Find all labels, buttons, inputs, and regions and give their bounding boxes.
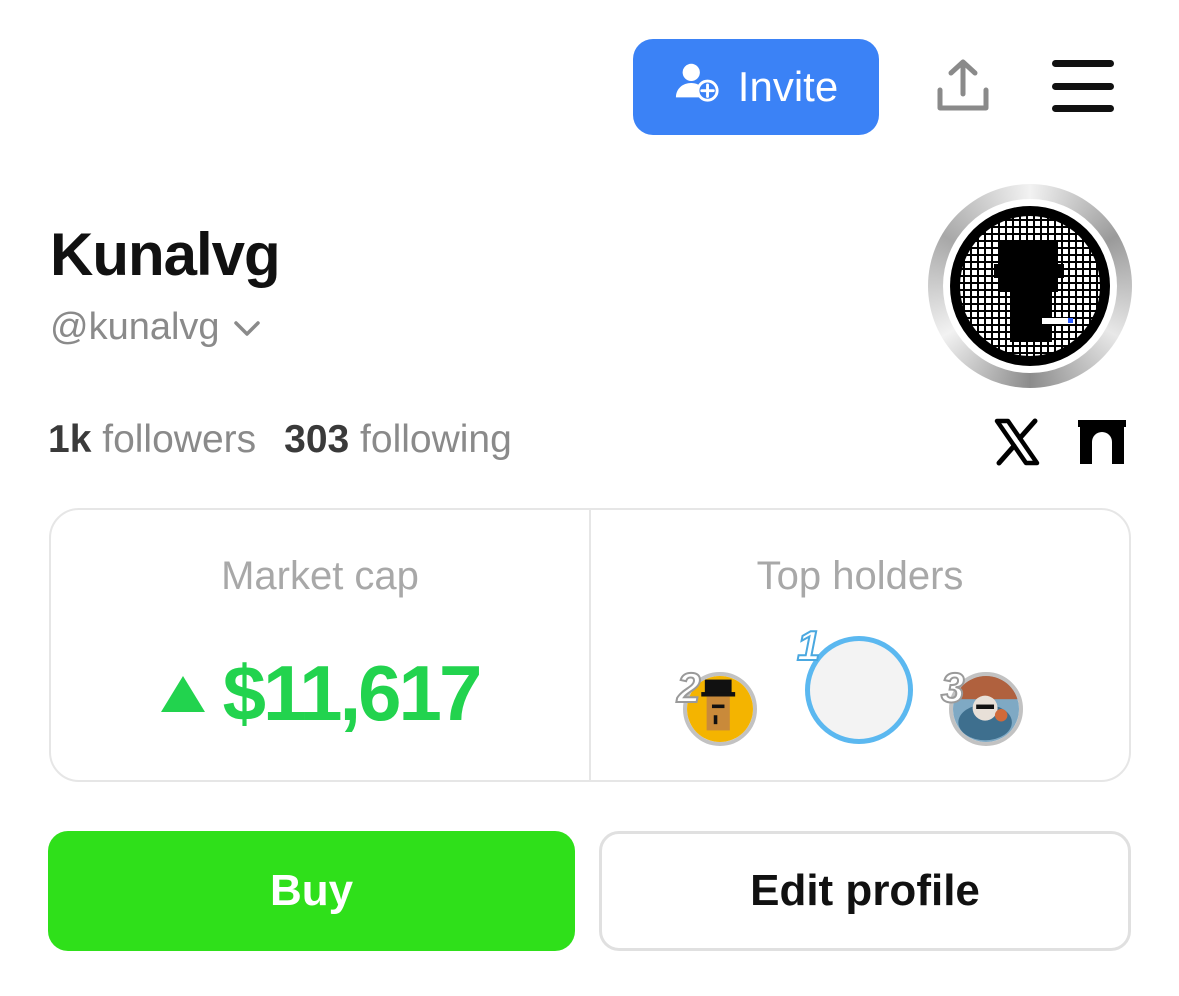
invite-label: Invite xyxy=(737,63,839,110)
following-label: following xyxy=(360,418,512,461)
market-cap-value: $11,617 xyxy=(222,649,483,737)
holder-rank: 3 xyxy=(940,663,965,712)
followers-count: 1k xyxy=(48,418,92,461)
avatar-frame xyxy=(943,199,1117,373)
empty-avatar xyxy=(805,636,913,744)
menu-line xyxy=(1052,82,1114,90)
trend-up-icon xyxy=(160,675,205,712)
gate-logo-icon[interactable] xyxy=(1076,418,1128,466)
profile-avatar[interactable] xyxy=(928,184,1132,388)
invite-button[interactable]: Invite xyxy=(633,39,879,135)
share-button[interactable] xyxy=(930,56,996,116)
top-holder-2[interactable]: 2 xyxy=(676,663,757,746)
stats-card: Market cap $11,617 Top holders 2 1 3 xyxy=(49,508,1131,782)
follow-stats: 1k followers 303 following xyxy=(48,418,512,462)
buy-button[interactable]: Buy xyxy=(48,831,575,951)
handle-text: @kunalvg xyxy=(50,306,220,348)
followers-label: followers xyxy=(102,418,257,461)
top-holder-3[interactable]: 3 xyxy=(940,663,1023,746)
top-holder-1[interactable]: 1 xyxy=(796,621,913,744)
holder-rank: 2 xyxy=(676,663,701,712)
market-cap-label: Market cap xyxy=(221,554,419,598)
menu-line xyxy=(1052,105,1114,112)
display-name: Kunalvg xyxy=(50,221,281,288)
market-cap-section: Market cap $11,617 xyxy=(51,510,589,780)
chevron-down-icon xyxy=(233,320,260,336)
user-plus-icon xyxy=(674,59,720,115)
share-upload-icon xyxy=(937,59,989,111)
menu-button[interactable] xyxy=(1052,60,1114,112)
hamburger-menu-icon xyxy=(1052,60,1114,67)
following-link[interactable]: 303 following xyxy=(284,418,512,462)
profile-page: Invite Kunalvg @kunalvg 1k followers 303… xyxy=(0,0,1179,996)
followers-link[interactable]: 1k followers xyxy=(48,418,256,462)
pixel-portrait-avatar xyxy=(950,206,1110,366)
holder-rank: 1 xyxy=(796,621,821,670)
market-cap-value-row: $11,617 xyxy=(51,648,589,739)
handle-dropdown[interactable]: @kunalvg xyxy=(50,306,264,349)
following-count: 303 xyxy=(284,418,350,461)
x-logo-icon[interactable] xyxy=(994,418,1040,466)
edit-profile-button[interactable]: Edit profile xyxy=(599,831,1131,951)
top-holders-section: Top holders 2 1 3 xyxy=(589,510,1129,780)
top-holders-label: Top holders xyxy=(756,554,964,598)
